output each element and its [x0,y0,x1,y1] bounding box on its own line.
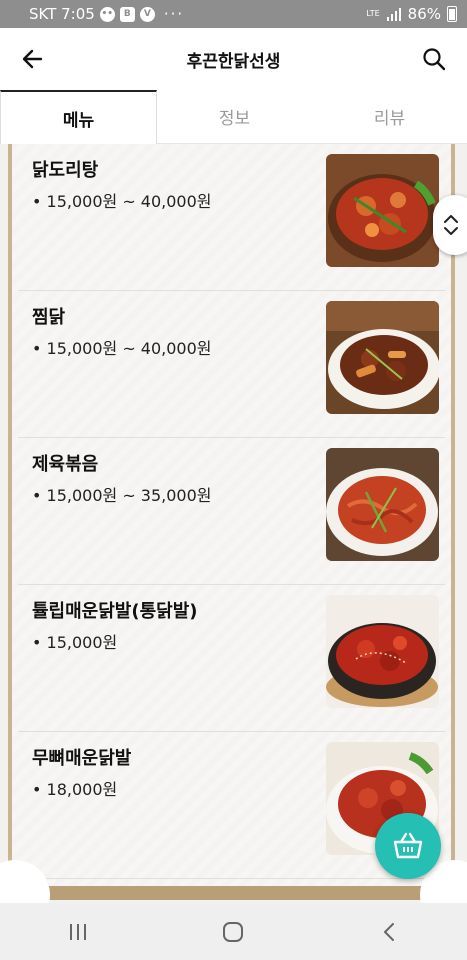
v-app-icon: V [139,6,155,22]
menu-item-name: 튤립매운닭발(통닭발) [32,601,198,622]
jjimdak-photo [326,301,439,414]
menu-item-price: • 15,000원 ~ 40,000원 [32,339,212,358]
battery-percent: 86% [407,5,441,23]
search-button[interactable] [421,46,447,72]
stir-fried-pork-photo [326,448,439,561]
board-edge [8,886,455,900]
tab-review[interactable]: 리뷰 [312,90,467,143]
search-icon [423,48,446,71]
menu-item-name: 제육볶음 [32,454,99,475]
menu-item-price: • 15,000원 ~ 40,000원 [32,192,212,211]
system-nav-bar [0,903,467,960]
network-label: LTE [366,9,380,18]
menu-item-price: • 15,000원 [32,633,118,652]
more-notifications: ··· [163,5,185,23]
recent-apps-icon [69,923,86,940]
nav-back-button[interactable] [359,912,419,952]
scroll-handle[interactable] [433,195,467,255]
menu-item[interactable]: 찜닭 • 15,000원 ~ 40,000원 [18,291,445,438]
home-icon [223,921,244,942]
battery-icon [447,6,457,22]
menu-item-name: 무뼈매운닭발 [32,748,132,769]
back-button[interactable] [20,46,46,72]
tab-menu[interactable]: 메뉴 [0,90,157,144]
braised-chicken-photo [326,154,439,267]
home-button[interactable] [203,912,263,952]
menu-item-name: 찜닭 [32,307,66,328]
tab-info[interactable]: 정보 [157,90,312,143]
app-header: 후끈한닭선생 [0,28,467,90]
back-arrow-icon [22,49,43,69]
menu-item-name: 닭도리탕 [32,160,99,181]
menu-item-price: • 15,000원 ~ 35,000원 [32,486,212,505]
chevron-up-down-icon [444,215,458,235]
basket-icon [393,832,423,859]
b-app-icon: B [119,6,135,22]
status-bar: SKT 7:05 •• B V ··· LTE 86% [0,0,467,28]
signal-icon [386,8,401,21]
cart-button[interactable] [375,813,441,879]
tab-bar: 메뉴 정보 리뷰 [0,90,467,144]
recent-apps-button[interactable] [48,912,108,952]
page-title: 후끈한닭선생 [186,51,281,72]
menu-list: 닭도리탕 • 15,000원 ~ 40,000원 찜닭 • 15,000원 ~ [12,144,451,886]
menu-item[interactable]: 튤립매운닭발(통닭발) • 15,000원 [18,585,445,732]
back-icon [384,922,395,941]
spicy-chicken-feet-photo [326,595,439,708]
carrier-time: SKT 7:05 [29,5,95,23]
menu-item-price: • 18,000원 [32,780,118,799]
menu-item[interactable]: 제육볶음 • 15,000원 ~ 35,000원 [18,438,445,585]
chat-bubble-icon: •• [99,6,115,22]
menu-board: 닭도리탕 • 15,000원 ~ 40,000원 찜닭 • 15,000원 ~ [8,144,455,900]
menu-item[interactable]: 닭도리탕 • 15,000원 ~ 40,000원 [18,144,445,291]
